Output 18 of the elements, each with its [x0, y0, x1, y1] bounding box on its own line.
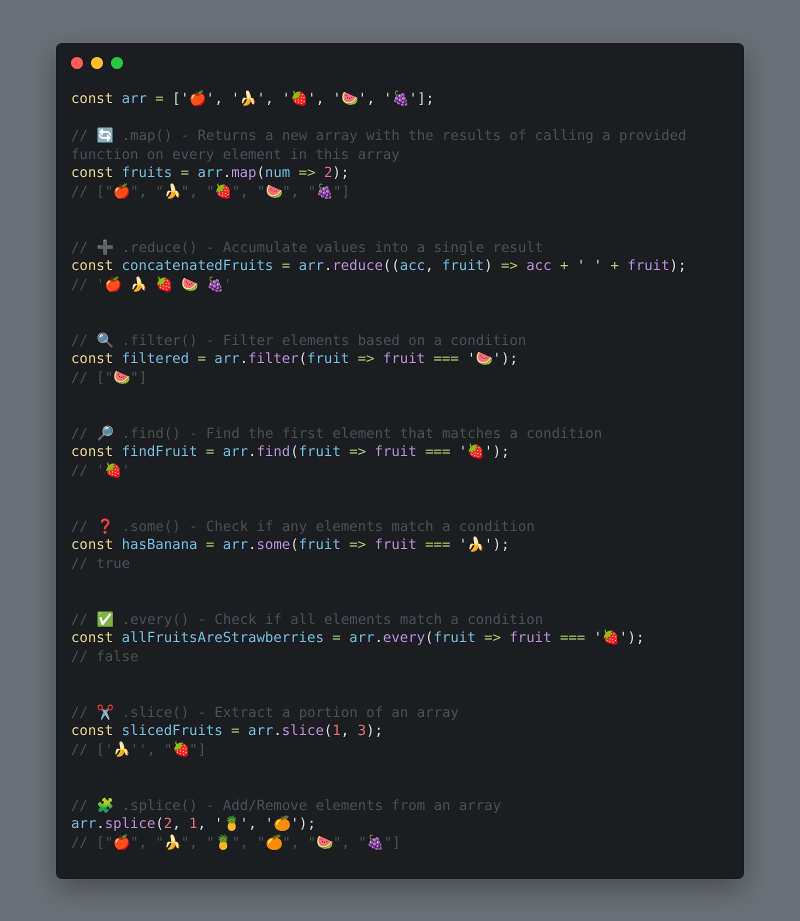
code-line: const arr = ['🍎', '🍌', '🍓', '🍉', '🍇'];	[71, 90, 436, 109]
code-line: const findFruit = arr.find(fruit => fruit === '🍓');	[71, 443, 511, 462]
code-line: const filtered = arr.filter(fruit => fruit === '🍉');	[71, 350, 519, 369]
code-comment: // '🍎 🍌 🍓 🍉 🍇'	[71, 276, 233, 295]
code-line: const fruits = arr.map(num => 2);	[71, 164, 350, 183]
code-line: const concatenatedFruits = arr.reduce((acc, fruit) => acc + ' ' + fruit);	[71, 257, 688, 276]
code-line: arr.splice(2, 1, '🍍', '🍊');	[71, 815, 317, 834]
window-control-dot[interactable]	[91, 57, 103, 69]
code-comment: // '🍓'	[71, 462, 132, 480]
window-control-dot[interactable]	[111, 57, 123, 69]
code-line: const hasBanana = arr.some(fruit => fruit === '🍌');	[71, 536, 511, 555]
code-line: const allFruitsAreStrawberries = arr.every(fruit => fruit === '🍓');	[71, 629, 646, 648]
code-line: const slicedFruits = arr.slice(1, 3);	[71, 722, 384, 741]
code-comment: // ["🍉"]	[71, 368, 148, 388]
window-control-dot[interactable]	[71, 57, 83, 69]
code-comment: // ["🍎", "🍌", "🍍", "🍊", "🍉", "🍇"]	[71, 834, 402, 852]
code-comment: // ['🍌'', "🍓"]	[71, 740, 208, 760]
code-comment: // ["🍎", "🍌", "🍓", "🍉", "🍇"]	[71, 182, 351, 202]
